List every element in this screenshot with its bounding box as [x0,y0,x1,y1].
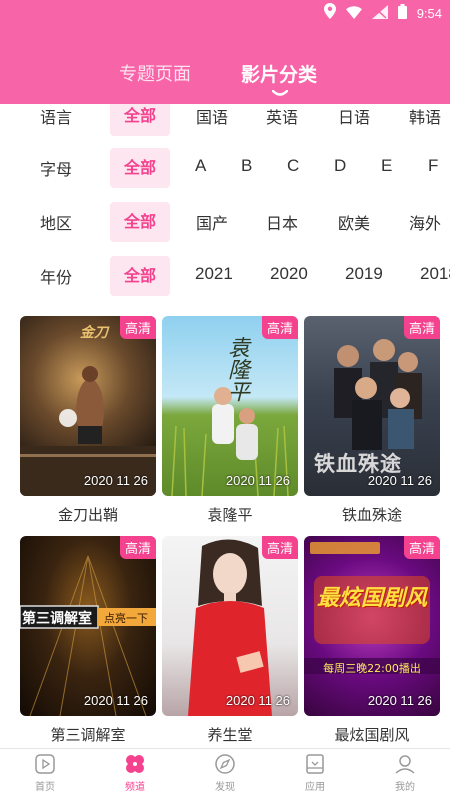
hd-badge: 高清 [119,536,156,559]
battery-icon [397,3,407,23]
poster-title-art: 袁隆平 [224,336,249,402]
filter-option-all[interactable]: 全部 [110,148,171,188]
tab-movie-categories[interactable]: 影片分类 [241,60,317,87]
filter-option[interactable]: A [195,156,206,176]
hd-badge: 高清 [261,536,298,559]
movie-card[interactable]: 第三调解室 点亮一下 高清 2020 11 26 第三调解室 [20,536,156,745]
filter-label: 地区 [40,214,73,233]
filter-option[interactable]: 日语 [338,104,370,128]
poster-date: 2020 11 26 [225,473,290,488]
status-time: 9:54 [416,5,442,21]
status-bar: 9:54 [0,0,450,24]
clover-icon [124,753,146,775]
filter-option[interactable]: 韩语 [409,104,441,128]
filter-option[interactable]: 2019 [345,264,383,284]
filter-option[interactable]: 国语 [196,104,228,128]
filter-option[interactable]: B [241,156,252,176]
filter-option[interactable]: 海外 [409,210,441,234]
poster-date: 2020 11 26 [83,473,148,488]
movie-poster[interactable]: 第三调解室 点亮一下 高清 2020 11 26 [20,536,156,716]
filter-option-all[interactable]: 全部 [110,202,171,242]
filter-panel: 语言 全部 国语 英语 日语 韩语 字母 全部 A B C D E F 地区 全… [0,104,450,304]
filter-row-letter: 字母 全部 A B C D E F [0,148,450,188]
filter-option[interactable]: C [287,156,299,176]
location-icon [323,3,336,23]
movie-poster[interactable]: 铁血殊途 高清 2020 11 26 [304,316,440,496]
poster-date: 2020 11 26 [367,693,432,708]
filter-option[interactable]: 国产 [196,210,228,234]
poster-date: 2020 11 26 [225,693,290,708]
nav-label: 应用 [305,782,325,793]
filter-option[interactable]: 2020 [270,264,308,284]
play-icon [34,753,56,775]
poster-date: 2020 11 26 [83,693,148,708]
filter-row-language: 语言 全部 国语 英语 日语 韩语 [0,104,450,136]
filter-row-region: 地区 全部 国产 日本 欧美 海外 [0,202,450,242]
movie-card[interactable]: 金刀 高清 2020 11 26 金刀出鞘 [20,316,156,525]
poster-subtitle-art: 点亮一下 [104,612,148,625]
poster-title-art: 金刀 [80,325,108,341]
nav-home[interactable]: 首页 [15,753,75,793]
app-root: 9:54 专题页面 影片分类 语言 全部 国语 英语 日语 韩语 字母 全部 A… [0,0,450,800]
filter-label: 字母 [40,160,73,179]
filter-option[interactable]: 2018 [420,264,450,284]
nav-mine[interactable]: 我的 [375,753,435,793]
filter-label: 语言 [40,108,73,127]
movie-title[interactable]: 最炫国剧风 [304,724,440,745]
filter-row-year: 年份 全部 2021 2020 2019 2018 [0,256,450,296]
movie-poster[interactable]: 袁隆平 高清 2020 11 26 [162,316,298,496]
movie-title[interactable]: 第三调解室 [20,724,156,745]
compass-icon [214,753,236,775]
movie-poster[interactable]: 最炫国剧风 每周三晚22:00播出 高清 2020 11 26 [304,536,440,716]
nav-label: 我的 [395,782,415,793]
filter-option-all[interactable]: 全部 [110,104,171,136]
filter-option[interactable]: 英语 [266,104,298,128]
filter-option[interactable]: 日本 [266,210,298,234]
movie-title[interactable]: 养生堂 [162,724,298,745]
header-tabs: 专题页面 影片分类 [0,60,450,96]
wifi-icon [345,4,362,23]
nav-channel[interactable]: 频道 [105,753,165,793]
active-tab-indicator [272,90,288,96]
movie-card[interactable]: 最炫国剧风 每周三晚22:00播出 高清 2020 11 26 最炫国剧风 [304,536,440,745]
poster-artwork [20,366,156,496]
hd-badge: 高清 [403,536,440,559]
poster-title-art: 第三调解室 [22,611,92,627]
filter-label: 年份 [40,268,73,287]
poster-artwork [188,539,272,716]
filter-option[interactable]: 欧美 [338,210,370,234]
movie-card[interactable]: 铁血殊途 高清 2020 11 26 铁血殊途 [304,316,440,525]
movie-poster[interactable]: 高清 2020 11 26 [162,536,298,716]
filter-option[interactable]: F [428,156,438,176]
header-bar: 9:54 专题页面 影片分类 [0,0,450,104]
poster-title-art: 最炫国剧风 [316,586,427,611]
hd-badge: 高清 [403,316,440,339]
filter-option[interactable]: D [334,156,346,176]
nav-discover[interactable]: 发现 [195,753,255,793]
hd-badge: 高清 [119,316,156,339]
nav-label: 发现 [215,782,235,793]
movie-title[interactable]: 铁血殊途 [304,504,440,525]
tab-topics[interactable]: 专题页面 [119,60,191,86]
filter-option[interactable]: E [381,156,392,176]
tv-icon [304,753,326,775]
poster-subtitle-art: 每周三晚22:00播出 [323,662,421,675]
movie-card[interactable]: 高清 2020 11 26 养生堂 [162,536,298,745]
poster-date: 2020 11 26 [367,473,432,488]
nav-label: 频道 [125,782,145,793]
poster-artwork [304,542,440,674]
movie-title[interactable]: 金刀出鞘 [20,504,156,525]
bottom-nav: 首页 频道 发现 应用 我的 [0,748,450,800]
movie-card[interactable]: 袁隆平 高清 2020 11 26 袁隆平 [162,316,298,525]
movie-title[interactable]: 袁隆平 [162,504,298,525]
nav-apps[interactable]: 应用 [285,753,345,793]
nav-label: 首页 [35,782,55,793]
movie-poster[interactable]: 金刀 高清 2020 11 26 [20,316,156,496]
user-icon [394,753,416,775]
filter-option-all[interactable]: 全部 [110,256,171,296]
filter-option[interactable]: 2021 [195,264,233,284]
signal-icon [371,4,388,23]
hd-badge: 高清 [261,316,298,339]
